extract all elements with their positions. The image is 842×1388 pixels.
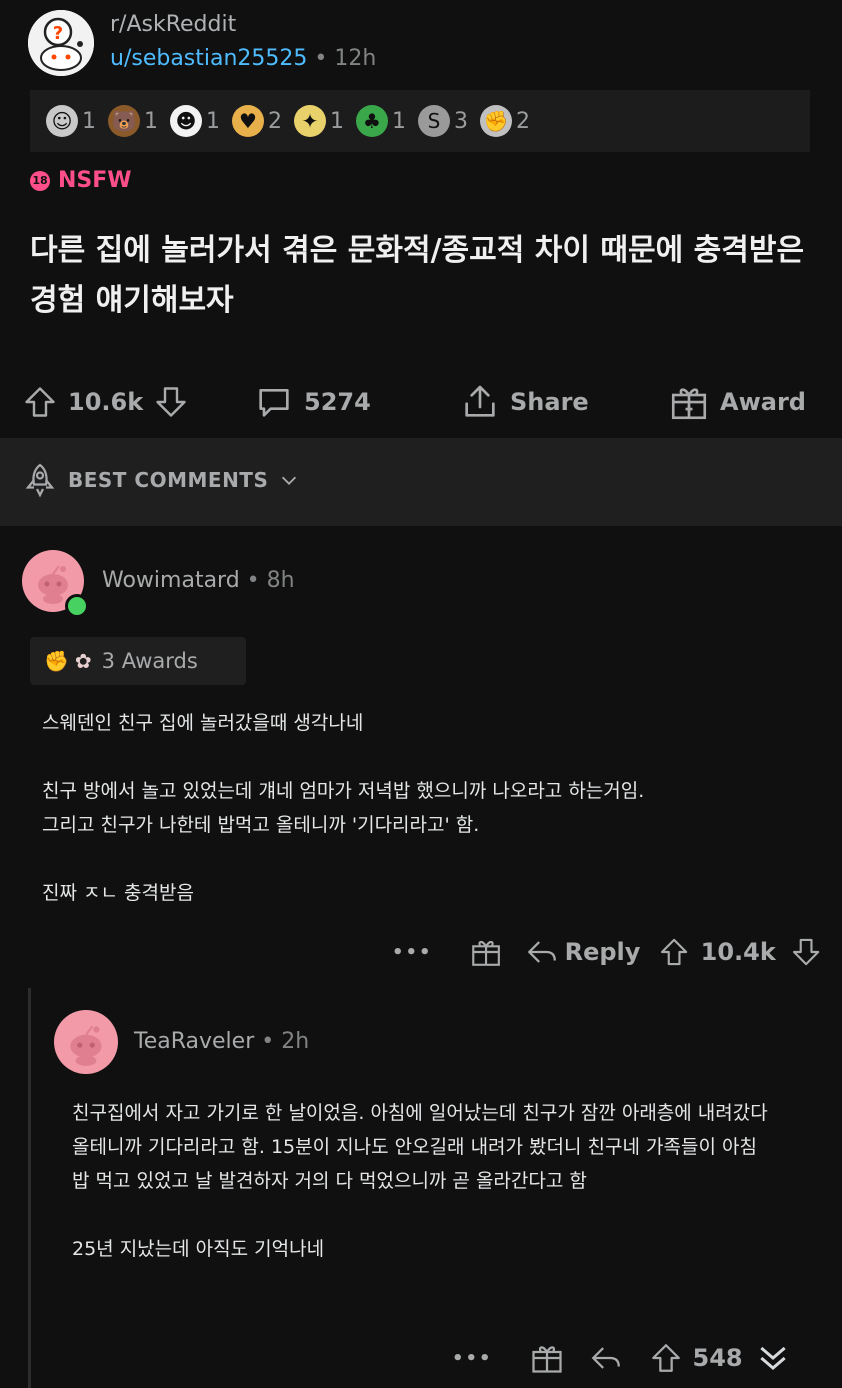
reply-arrow-icon (527, 941, 556, 963)
reply-arrow-icon[interactable] (589, 1341, 623, 1375)
award-item[interactable]: ✊ 2 (480, 105, 530, 137)
nsfw-tag: 18 NSFW (30, 168, 132, 193)
more-options-button[interactable]: ••• (452, 1348, 493, 1369)
subreddit-avatar[interactable]: ? (28, 10, 94, 76)
more-options-button[interactable]: ••• (392, 942, 433, 963)
award-count: 2 (516, 108, 530, 134)
dino-award-icon: ♣ (356, 105, 388, 137)
svg-text:?: ? (53, 23, 63, 44)
award-label: Award (720, 388, 806, 416)
reply-label: Reply (564, 938, 641, 966)
silver-award-icon: ☺ (46, 105, 78, 137)
snoo-award-icon: ✿ (74, 649, 92, 673)
upvote-icon[interactable] (649, 1341, 683, 1375)
award-count: 1 (144, 108, 158, 134)
comment-count: 5274 (304, 388, 371, 416)
award-count: 1 (206, 108, 220, 134)
post-author-link[interactable]: u/sebastian25525 (110, 46, 307, 71)
meta-separator: • (246, 568, 260, 593)
award-button[interactable]: Award (668, 372, 806, 432)
award-item[interactable]: S3 (418, 105, 468, 137)
s-award-icon: S (418, 105, 450, 137)
upvote-icon[interactable] (658, 935, 690, 969)
comments-button[interactable]: 5274 (254, 372, 371, 432)
comment-awards-pill[interactable]: ✊ ✿ 3 Awards (30, 637, 246, 685)
sort-dropdown[interactable]: BEST COMMENTS (22, 462, 310, 498)
comment-avatar[interactable] (54, 1010, 118, 1074)
comment-author[interactable]: Wowimatard (102, 568, 240, 593)
award-count: 1 (392, 108, 406, 134)
chevron-down-icon (282, 476, 297, 485)
reply-button[interactable]: Reply (525, 935, 641, 969)
award-item[interactable]: ☺ 1 (46, 105, 96, 137)
askreddit-snoo-icon: ? (28, 10, 94, 76)
heart-hands-award-icon: ♥ (232, 105, 264, 137)
award-item[interactable]: ♥ 2 (232, 105, 282, 137)
share-label: Share (510, 388, 589, 416)
award-item[interactable]: ♣ 1 (356, 105, 406, 137)
party-award-icon: ✦ (294, 105, 326, 137)
vote-group: 10.6k (22, 372, 199, 432)
subreddit-name[interactable]: r/AskReddit (110, 12, 236, 37)
post-awards-strip[interactable]: ☺ 1 🐻 1 ☻ 1 ♥ 2 ✦ 1 ♣ 1 S 3 ✊ 2 (30, 90, 810, 152)
comment-body: 친구집에서 자고 가기로 한 날이었음. 아침에 일어났는데 친구가 잠깐 아래… (72, 1102, 768, 1260)
helping-hand-award-icon: ✊ (480, 105, 512, 137)
downvote-icon[interactable] (153, 384, 189, 420)
meta-separator: • (261, 1029, 275, 1054)
nsfw-label: NSFW (58, 168, 132, 193)
comment-age: 2h (281, 1029, 310, 1054)
online-status-icon (65, 594, 89, 618)
share-button[interactable]: Share (460, 372, 589, 432)
comment-author-row: Wowimatard • 8h (102, 568, 295, 593)
sort-label: BEST COMMENTS (68, 468, 269, 492)
gift-icon (671, 388, 707, 420)
award-count: 1 (82, 108, 96, 134)
award-item[interactable]: ☻ 1 (170, 105, 220, 137)
helping-hand-award-icon: ✊ (44, 649, 69, 673)
award-count: 1 (330, 108, 344, 134)
downvote-icon[interactable] (790, 935, 822, 969)
snoo-avatar-icon (70, 1025, 102, 1066)
meta-separator: • (314, 46, 328, 71)
post-action-bar: 10.6k 5274 Share Award (0, 372, 842, 432)
comment-action-bar: ••• 548 (452, 1334, 832, 1382)
upvote-icon[interactable] (22, 384, 58, 420)
comment-score: 548 (692, 1344, 743, 1372)
nsfw-18-icon: 18 (30, 170, 50, 191)
award-count: 3 (454, 108, 468, 134)
award-count: 2 (268, 108, 282, 134)
rocket-icon (25, 463, 55, 498)
comment-body: 스웨덴인 친구 집에 놀러갔을때 생각나네 친구 방에서 놀고 있었는데 걔네 … (42, 712, 645, 904)
share-icon (465, 385, 495, 417)
post-age: 12h (334, 46, 377, 71)
collapse-chevron-icon[interactable] (753, 1338, 793, 1378)
thread-line[interactable] (28, 988, 31, 1388)
gift-icon[interactable] (529, 1340, 565, 1376)
comment-author-row: TeaRaveler • 2h (134, 1029, 309, 1054)
gift-icon[interactable] (469, 934, 503, 970)
comment-bubble-icon (259, 389, 289, 417)
award-item[interactable]: 🐻 1 (108, 105, 158, 137)
comment-score: 10.4k (700, 938, 776, 966)
bear-award-icon: 🐻 (108, 105, 140, 137)
post-title[interactable]: 다른 집에 놀러가서 겪은 문화적/종교적 차이 때문에 충격받은 경험 얘기해… (30, 226, 820, 326)
post-score: 10.6k (68, 388, 144, 416)
award-item[interactable]: ✦ 1 (294, 105, 344, 137)
comment-author[interactable]: TeaRaveler (134, 1029, 254, 1054)
post-meta: u/sebastian25525 • 12h (110, 46, 376, 71)
snoo-award-icon: ☻ (170, 105, 202, 137)
comment-age: 8h (266, 568, 295, 593)
awards-count: 3 Awards (101, 649, 198, 673)
comment-action-bar: ••• Reply 10.4k (392, 928, 822, 976)
